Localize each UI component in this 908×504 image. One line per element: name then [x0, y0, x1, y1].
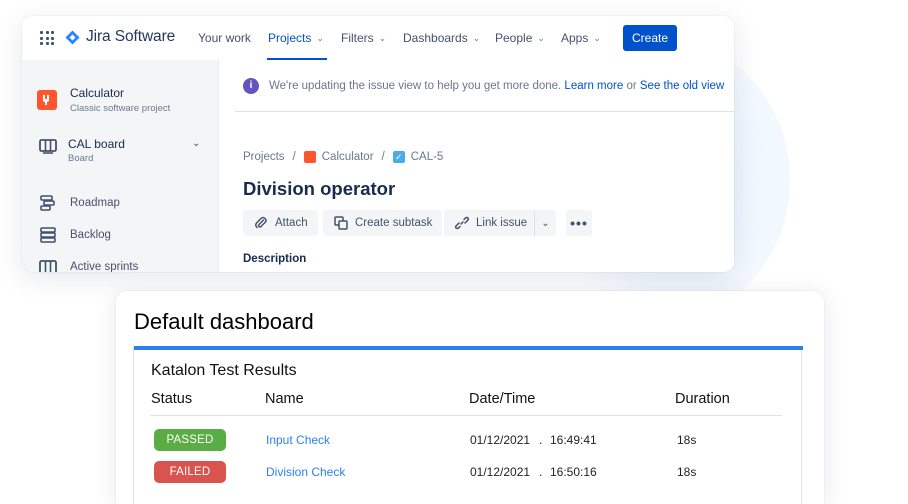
breadcrumb-separator: /	[381, 151, 385, 163]
test-time: 16:50:16	[550, 465, 597, 479]
chevron-down-icon: ⌄	[378, 32, 387, 43]
project-avatar-icon	[303, 151, 316, 163]
issue-title[interactable]: Division operator	[243, 178, 395, 200]
breadcrumb-separator: /	[292, 151, 296, 163]
paperclip-icon	[253, 215, 269, 231]
chevron-down-icon: ⌄	[316, 32, 324, 43]
nav-apps[interactable]: Apps ⌄	[561, 31, 601, 45]
board-selector-icon-wrap	[38, 137, 58, 155]
test-duration: 18s	[677, 465, 697, 479]
roadmap-icon	[40, 195, 55, 211]
table-header-divider	[150, 415, 782, 416]
nav-label: Filters	[341, 31, 374, 45]
sidebar-item-label[interactable]: Backlog	[70, 229, 111, 241]
app-name: Jira Software	[86, 28, 176, 45]
jira-diamond-icon	[65, 29, 80, 45]
project-sidebar: Calculator Classic software project CAL …	[22, 60, 218, 272]
chevron-down-icon: ⌄	[472, 32, 481, 43]
date-time-separator: .	[539, 465, 543, 479]
test-name-link[interactable]: Division Check	[266, 465, 345, 479]
breadcrumb: Projects / Calculator / ✓ CAL-5	[243, 151, 443, 163]
nav-people[interactable]: People ⌄	[495, 31, 545, 45]
gadget-title: Katalon Test Results	[151, 362, 297, 379]
banner-message: We're updating the issue view to help yo…	[269, 80, 724, 92]
more-icon: •••	[570, 215, 588, 231]
more-actions-button[interactable]: •••	[566, 210, 592, 236]
breadcrumb-projects[interactable]: Projects	[243, 151, 285, 163]
test-time: 16:49:41	[550, 433, 597, 447]
gadget-accent-bar	[134, 346, 803, 350]
link-issue-button[interactable]: Link issue	[444, 210, 538, 236]
banner-text: We're updating the issue view to help yo…	[269, 79, 562, 92]
nav-filters[interactable]: Filters ⌄	[341, 31, 386, 45]
column-header-datetime: Date/Time	[469, 391, 536, 407]
chevron-down-icon[interactable]: ⌄	[192, 138, 200, 149]
jira-logo[interactable]: Jira Software	[65, 28, 175, 46]
breadcrumb-project[interactable]: Calculator	[322, 151, 374, 163]
backlog-icon	[40, 227, 56, 243]
chevron-down-icon: ⌄	[541, 217, 550, 229]
sidebar-item-label[interactable]: Active sprints	[70, 261, 138, 272]
attach-label: Attach	[275, 217, 308, 229]
create-button[interactable]: Create	[623, 25, 677, 51]
board-subtitle: Board	[68, 153, 94, 164]
task-checkbox-icon: ✓	[392, 151, 405, 163]
nav-label: Apps	[561, 31, 589, 45]
nav-your-work[interactable]: Your work	[198, 31, 251, 45]
app-switcher-icon[interactable]	[40, 31, 54, 45]
old-view-link[interactable]: See the old view	[640, 80, 724, 92]
subtask-icon	[333, 215, 349, 231]
nav-label: People	[495, 31, 533, 45]
board-title[interactable]: CAL board	[68, 137, 125, 151]
project-type: Classic software project	[70, 103, 171, 114]
info-banner: i We're updating the issue view to help …	[235, 60, 734, 112]
sidebar-item-active-sprints[interactable]	[38, 258, 58, 272]
board-columns-icon	[39, 260, 57, 272]
sidebar-item-roadmap[interactable]	[38, 194, 58, 212]
column-header-duration: Duration	[675, 391, 730, 407]
column-header-status: Status	[151, 391, 193, 407]
nav-label: Projects	[268, 31, 312, 45]
learn-more-link[interactable]: Learn more	[564, 80, 623, 92]
status-badge: PASSED	[154, 429, 226, 451]
attach-button[interactable]: Attach	[243, 210, 318, 236]
project-name[interactable]: Calculator	[70, 86, 124, 100]
test-name-link[interactable]: Input Check	[266, 433, 330, 447]
jira-window: Jira Software Your work Projects ⌄ Filte…	[22, 16, 734, 272]
chevron-down-icon: ⌄	[593, 32, 601, 43]
status-badge: FAILED	[154, 461, 226, 483]
info-icon: i	[243, 77, 259, 94]
katalon-gadget: Katalon Test Results Status Name Date/Ti…	[133, 346, 803, 504]
link-issue-label: Link issue	[476, 217, 528, 229]
dashboard-card: Default dashboard Katalon Test Results S…	[116, 291, 824, 504]
dashboard-title: Default dashboard	[134, 309, 314, 334]
nav-dashboards[interactable]: Dashboards ⌄	[403, 31, 480, 45]
date-time-separator: .	[539, 433, 543, 447]
test-date: 01/12/2021	[470, 433, 531, 447]
board-icon	[39, 139, 57, 154]
create-subtask-label: Create subtask	[355, 217, 433, 229]
issue-view: i We're updating the issue view to help …	[218, 60, 734, 272]
description-label: Description	[243, 253, 307, 265]
banner-or: or	[626, 79, 637, 92]
nav-projects[interactable]: Projects ⌄	[268, 31, 324, 45]
link-icon	[454, 215, 470, 231]
project-avatar-icon[interactable]	[37, 90, 57, 110]
create-subtask-button[interactable]: Create subtask	[323, 210, 443, 236]
wrench-icon	[43, 95, 49, 105]
sidebar-item-backlog[interactable]	[38, 226, 58, 244]
nav-label: Dashboards	[403, 31, 468, 45]
column-header-name: Name	[265, 391, 304, 407]
test-duration: 18s	[677, 433, 697, 447]
top-navigation: Jira Software Your work Projects ⌄ Filte…	[22, 16, 734, 60]
nav-label: Your work	[198, 31, 251, 45]
sidebar-item-label[interactable]: Roadmap	[70, 197, 120, 209]
test-date: 01/12/2021	[470, 465, 531, 479]
breadcrumb-issue-key[interactable]: CAL-5	[411, 151, 444, 163]
chevron-down-icon: ⌄	[537, 32, 545, 43]
link-issue-dropdown[interactable]: ⌄	[534, 210, 556, 236]
